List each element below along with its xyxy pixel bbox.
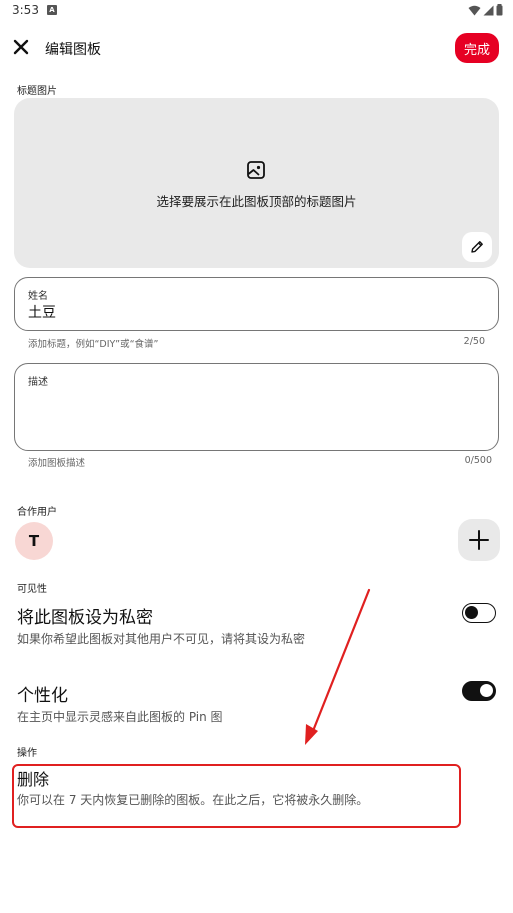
board-description-label: 描述 xyxy=(28,377,48,388)
board-description-field[interactable]: 描述 xyxy=(14,363,499,451)
collaborators-section-label: 合作用户 xyxy=(17,507,57,518)
cover-section-label: 标题图片 xyxy=(17,86,57,97)
delete-description: 你可以在 7 天内恢复已删除的图板。在此之后，它将被永久删除。 xyxy=(17,793,369,807)
private-title: 将此图板设为私密 xyxy=(17,608,153,628)
private-description: 如果你希望此图板对其他用户不可见，请将其设为私密 xyxy=(17,632,306,646)
toggle-knob xyxy=(465,606,478,619)
signal-icon xyxy=(483,5,494,15)
pencil-icon xyxy=(471,241,483,253)
delete-title: 删除 xyxy=(17,770,50,789)
status-icons xyxy=(468,4,503,16)
board-name-input[interactable] xyxy=(28,304,468,320)
battery-icon xyxy=(496,4,503,16)
personalize-description: 在主页中显示灵感来自此图板的 Pin 图 xyxy=(17,710,223,724)
add-collaborator-button[interactable] xyxy=(458,519,500,561)
visibility-section-label: 可见性 xyxy=(17,584,47,595)
personalize-toggle[interactable] xyxy=(462,681,496,701)
board-name-label: 姓名 xyxy=(28,291,48,302)
top-app-bar: 编辑图板 xyxy=(0,30,513,66)
collaborator-avatar[interactable]: T xyxy=(15,522,53,560)
plus-icon xyxy=(469,530,489,550)
done-button[interactable]: 完成 xyxy=(455,33,499,63)
cover-image-picker[interactable] xyxy=(14,98,499,268)
toggle-knob xyxy=(480,684,493,697)
close-button[interactable] xyxy=(10,36,32,58)
image-icon xyxy=(247,161,265,179)
cover-hint: 选择要展示在此图板顶部的标题图片 xyxy=(156,194,357,209)
board-name-field[interactable]: 姓名 xyxy=(14,277,499,331)
board-description-input[interactable] xyxy=(28,390,468,406)
status-time: 3:53 xyxy=(12,3,39,17)
close-icon xyxy=(13,39,29,55)
board-name-helper: 添加标题，例如“DIY”或“食谱” xyxy=(28,339,159,350)
page-title: 编辑图板 xyxy=(45,42,101,58)
notification-icon: A xyxy=(47,5,57,15)
cover-edit-button[interactable] xyxy=(462,232,492,262)
board-description-helper: 添加图板描述 xyxy=(28,458,86,469)
private-toggle[interactable] xyxy=(462,603,496,623)
board-name-counter: 2/50 xyxy=(463,336,485,347)
wifi-icon xyxy=(468,5,481,15)
personalize-title: 个性化 xyxy=(17,686,68,706)
board-description-counter: 0/500 xyxy=(464,455,492,466)
status-bar: 3:53 A xyxy=(0,0,513,22)
actions-section-label: 操作 xyxy=(17,748,37,759)
